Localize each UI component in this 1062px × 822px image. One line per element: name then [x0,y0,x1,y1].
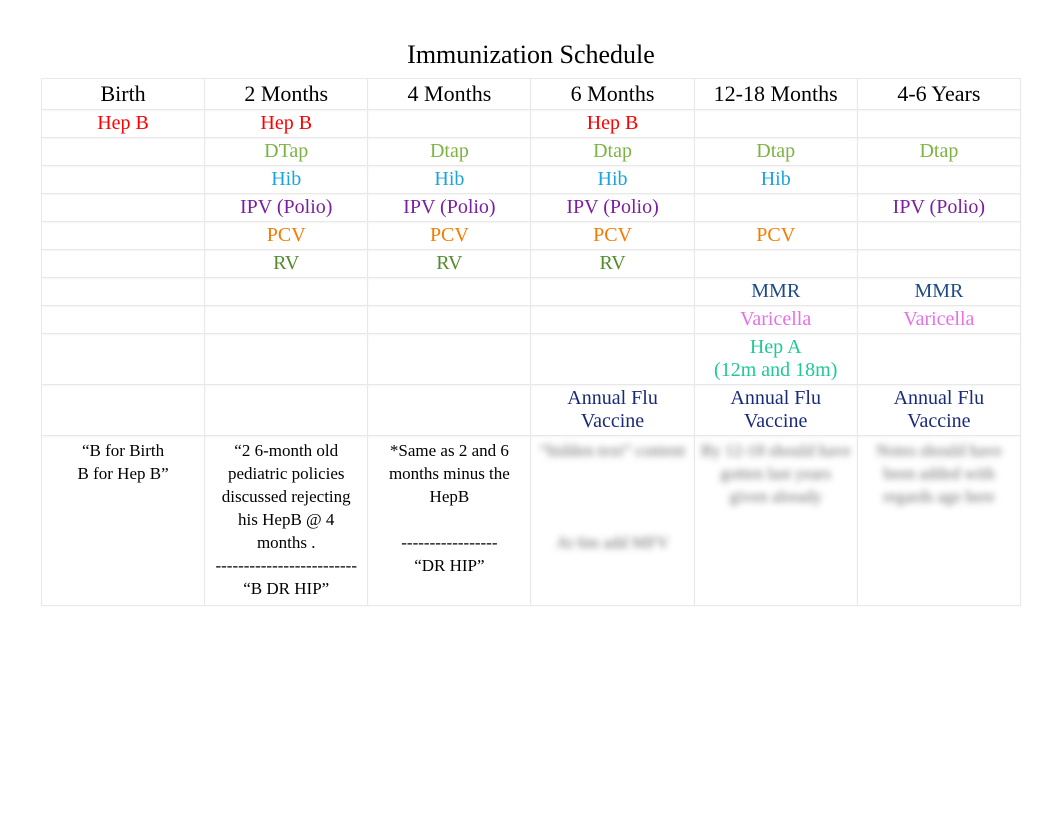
cell: IPV (Polio) [368,194,531,222]
cell: DTap [205,138,368,166]
legend-pcv: PCV: Pneumococcal conjugate vaccine [48,683,1042,704]
blurred-text: By 12-18 should have gotten last years g… [701,441,851,506]
col-4months: 4 Months [368,79,531,110]
legend-rv: RV: Rotavirus (oral) [48,704,1042,725]
note-4months: *Same as 2 and 6 months minus the HepB -… [368,436,531,606]
cell: PCV [531,222,694,250]
cell [42,166,205,194]
row-rv: RV RV RV [42,250,1021,278]
row-ipv: IPV (Polio) IPV (Polio) IPV (Polio) IPV … [42,194,1021,222]
cell: Hib [368,166,531,194]
cell [857,250,1020,278]
cell [42,194,205,222]
cell [42,278,205,306]
blurred-text: Notes should have been added with regard… [876,441,1002,506]
note-2months: “2 6-month old pediatric policies discus… [205,436,368,606]
cell: Hib [531,166,694,194]
cell [531,278,694,306]
row-dtap: DTap Dtap Dtap Dtap Dtap [42,138,1021,166]
row-pcv: PCV PCV PCV PCV [42,222,1021,250]
cell: Hep B [531,110,694,138]
row-mmr: MMR MMR [42,278,1021,306]
cell: Dtap [857,138,1020,166]
note-4-6years: Notes should have been added with regard… [857,436,1020,606]
note-12-18months: By 12-18 should have gotten last years g… [694,436,857,606]
col-birth: Birth [42,79,205,110]
cell: Dtap [368,138,531,166]
cell [368,110,531,138]
cell [368,385,531,436]
col-12-18months: 12-18 Months [694,79,857,110]
cell: Dtap [531,138,694,166]
note-birth: “B for Birth B for Hep B” [42,436,205,606]
cell [42,385,205,436]
cell: Hep B [205,110,368,138]
cell [694,194,857,222]
legend: HepB: Hepatitis B DTap: Diphtheria, Teta… [48,620,1042,767]
cell [857,166,1020,194]
cell: Dtap [694,138,857,166]
cell [368,334,531,385]
row-hepb: Hep B Hep B Hep B [42,110,1021,138]
cell: IPV (Polio) [857,194,1020,222]
cell [205,278,368,306]
col-4-6years: 4-6 Years [857,79,1020,110]
cell: IPV (Polio) [205,194,368,222]
cell: RV [368,250,531,278]
blurred-text: “hidden text” content [540,441,685,460]
cell: Hep B [42,110,205,138]
cell: RV [205,250,368,278]
col-6months: 6 Months [531,79,694,110]
cell [857,222,1020,250]
cell: PCV [368,222,531,250]
cell [694,250,857,278]
legend-hepb: HepB: Hepatitis B [48,620,1042,641]
cell [368,306,531,334]
cell [531,334,694,385]
cell [42,250,205,278]
cell [368,278,531,306]
blurred-mnemonic: At 6m add MFV [556,533,669,552]
cell [857,110,1020,138]
cell: Hep A (12m and 18m) [694,334,857,385]
row-hib: Hib Hib Hib Hib [42,166,1021,194]
col-2months: 2 Months [205,79,368,110]
cell [531,306,694,334]
legend-dtap: DTap: Diphtheria, Tetanus, Pertussis [48,641,1042,662]
cell: Varicella [694,306,857,334]
cell: Annual Flu Vaccine [857,385,1020,436]
cell [42,306,205,334]
schedule-table: Birth 2 Months 4 Months 6 Months 12-18 M… [41,78,1021,606]
legend-hib: Hib: Haemophilus influenza type B (preve… [48,662,1042,683]
cell: Annual Flu Vaccine [694,385,857,436]
cell: PCV [694,222,857,250]
row-flu: Annual Flu Vaccine Annual Flu Vaccine An… [42,385,1021,436]
cell: MMR [857,278,1020,306]
note-6months: “hidden text” content At 6m add MFV [531,436,694,606]
cell [42,222,205,250]
table-header-row: Birth 2 Months 4 Months 6 Months 12-18 M… [42,79,1021,110]
cell: Hib [694,166,857,194]
cell [857,334,1020,385]
cell: MMR [694,278,857,306]
legend-mmr: MMR: Measles, Mumps, Rubella [48,725,1042,746]
row-notes: “B for Birth B for Hep B” “2 6-month old… [42,436,1021,606]
cell: Varicella [857,306,1020,334]
cell [694,110,857,138]
cell: Annual Flu Vaccine [531,385,694,436]
page-title: Immunization Schedule [20,40,1042,70]
cell: PCV [205,222,368,250]
cell: Hib [205,166,368,194]
cell: RV [531,250,694,278]
legend-varicella: Varicella: Chickenpox [48,746,1042,767]
cell: IPV (Polio) [531,194,694,222]
row-hepa: Hep A (12m and 18m) [42,334,1021,385]
cell [42,334,205,385]
cell [42,138,205,166]
cell [205,385,368,436]
cell [205,306,368,334]
row-varicella: Varicella Varicella [42,306,1021,334]
cell [205,334,368,385]
